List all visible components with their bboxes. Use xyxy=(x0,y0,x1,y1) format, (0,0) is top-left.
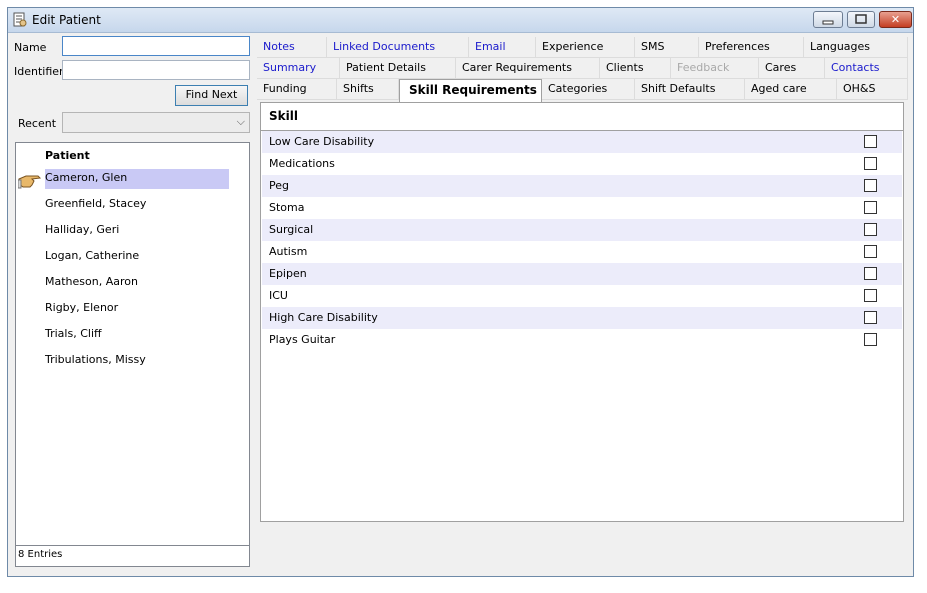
tab-linked-documents[interactable]: Linked Documents xyxy=(327,37,469,58)
tab-preferences[interactable]: Preferences xyxy=(699,37,804,58)
edit-patient-window: Edit Patient ✕ Name Identifier Find Next… xyxy=(7,7,914,577)
tab-cares[interactable]: Cares xyxy=(759,58,825,79)
skill-row[interactable]: Low Care Disability xyxy=(262,131,902,153)
patient-row[interactable]: Rigby, Elenor xyxy=(45,299,229,319)
skill-row[interactable]: Epipen xyxy=(262,263,902,285)
title-bar[interactable]: Edit Patient ✕ xyxy=(8,8,913,33)
skill-row[interactable]: Plays Guitar xyxy=(262,329,902,351)
skill-name: Stoma xyxy=(269,201,305,214)
tab-funding[interactable]: Funding xyxy=(257,79,337,100)
tab-patient-details[interactable]: Patient Details xyxy=(340,58,456,79)
patient-name: Cameron, Glen xyxy=(45,171,128,184)
tab-summary[interactable]: Summary xyxy=(257,58,340,79)
name-label: Name xyxy=(14,41,47,54)
skill-row[interactable]: Peg xyxy=(262,175,902,197)
skill-name: Epipen xyxy=(269,267,307,280)
skill-name: Medications xyxy=(269,157,335,170)
skill-name: Plays Guitar xyxy=(269,333,336,346)
entries-count: 8 Entries xyxy=(15,545,250,567)
tab-contacts[interactable]: Contacts xyxy=(825,58,908,79)
patient-name: Matheson, Aaron xyxy=(45,275,138,288)
patient-row[interactable]: Cameron, Glen xyxy=(45,169,229,189)
close-button[interactable]: ✕ xyxy=(879,11,912,28)
patient-row[interactable]: Matheson, Aaron xyxy=(45,273,229,293)
skill-column-header: Skill xyxy=(269,109,298,123)
window-title: Edit Patient xyxy=(32,13,101,27)
patient-tabs: Notes Linked Documents Email Experience … xyxy=(257,37,908,573)
skill-checkbox[interactable] xyxy=(864,289,877,302)
skill-requirements-panel: Skill Low Care Disability Medications Pe… xyxy=(260,102,904,522)
patient-name: Rigby, Elenor xyxy=(45,301,119,314)
patient-name: Trials, Cliff xyxy=(45,327,102,340)
identifier-label: Identifier xyxy=(14,65,64,78)
tab-clients[interactable]: Clients xyxy=(600,58,671,79)
patient-row[interactable]: Logan, Catherine xyxy=(45,247,229,267)
tab-languages[interactable]: Languages xyxy=(804,37,908,58)
patient-name: Tribulations, Missy xyxy=(45,353,146,366)
skill-row[interactable]: Medications xyxy=(262,153,902,175)
patient-row[interactable]: Greenfield, Stacey xyxy=(45,195,229,215)
tab-shifts[interactable]: Shifts xyxy=(337,79,399,100)
skill-checkbox[interactable] xyxy=(864,245,877,258)
name-input[interactable] xyxy=(62,36,250,56)
skill-checkbox[interactable] xyxy=(864,179,877,192)
skill-checkbox[interactable] xyxy=(864,157,877,170)
skill-name: ICU xyxy=(269,289,288,302)
patient-column-header: Patient xyxy=(45,149,90,162)
skill-checkbox[interactable] xyxy=(864,311,877,324)
find-next-button[interactable]: Find Next xyxy=(175,85,248,106)
skill-checkbox[interactable] xyxy=(864,135,877,148)
patient-name: Halliday, Geri xyxy=(45,223,120,236)
chevron-down-icon: ⌵ xyxy=(236,115,245,128)
skill-checkbox[interactable] xyxy=(864,333,877,346)
skill-name: High Care Disability xyxy=(269,311,378,324)
skill-row[interactable]: Surgical xyxy=(262,219,902,241)
patient-list[interactable]: Patient Cameron, Glen Greenfield, Stacey… xyxy=(15,142,250,546)
maximize-button[interactable] xyxy=(847,11,875,28)
skill-name: Surgical xyxy=(269,223,314,236)
tab-notes[interactable]: Notes xyxy=(257,37,327,58)
tab-aged-care[interactable]: Aged care xyxy=(745,79,837,100)
close-icon: ✕ xyxy=(890,13,901,26)
maximize-icon xyxy=(855,14,867,24)
pointing-hand-icon xyxy=(18,175,42,189)
skill-name: Low Care Disability xyxy=(269,135,375,148)
skill-row[interactable]: Stoma xyxy=(262,197,902,219)
patient-name: Logan, Catherine xyxy=(45,249,140,262)
skill-name: Peg xyxy=(269,179,289,192)
tab-feedback: Feedback xyxy=(671,58,759,79)
patient-row[interactable]: Trials, Cliff xyxy=(45,325,229,345)
tab-categories[interactable]: Categories xyxy=(542,79,635,100)
skill-name: Autism xyxy=(269,245,308,258)
tab-email[interactable]: Email xyxy=(469,37,536,58)
tab-experience[interactable]: Experience xyxy=(536,37,635,58)
skill-row[interactable]: High Care Disability xyxy=(262,307,902,329)
recent-dropdown[interactable]: ⌵ xyxy=(62,112,250,133)
tab-ohs[interactable]: OH&S xyxy=(837,79,908,100)
identifier-input[interactable] xyxy=(62,60,250,80)
skill-checkbox[interactable] xyxy=(864,201,877,214)
minimize-icon xyxy=(822,20,834,25)
tab-sms[interactable]: SMS xyxy=(635,37,699,58)
patient-row[interactable]: Tribulations, Missy xyxy=(45,351,229,371)
patient-row[interactable]: Halliday, Geri xyxy=(45,221,229,241)
tab-shift-defaults[interactable]: Shift Defaults xyxy=(635,79,745,100)
skill-checkbox[interactable] xyxy=(864,223,877,236)
skill-checkbox[interactable] xyxy=(864,267,877,280)
tab-carer-requirements[interactable]: Carer Requirements xyxy=(456,58,600,79)
recent-label: Recent xyxy=(18,117,57,130)
patient-name: Greenfield, Stacey xyxy=(45,197,147,210)
patient-record-icon xyxy=(13,12,27,27)
skill-row[interactable]: Autism xyxy=(262,241,902,263)
skill-row[interactable]: ICU xyxy=(262,285,902,307)
minimize-button[interactable] xyxy=(813,11,843,28)
tab-skill-requirements[interactable]: Skill Requirements xyxy=(399,79,542,102)
